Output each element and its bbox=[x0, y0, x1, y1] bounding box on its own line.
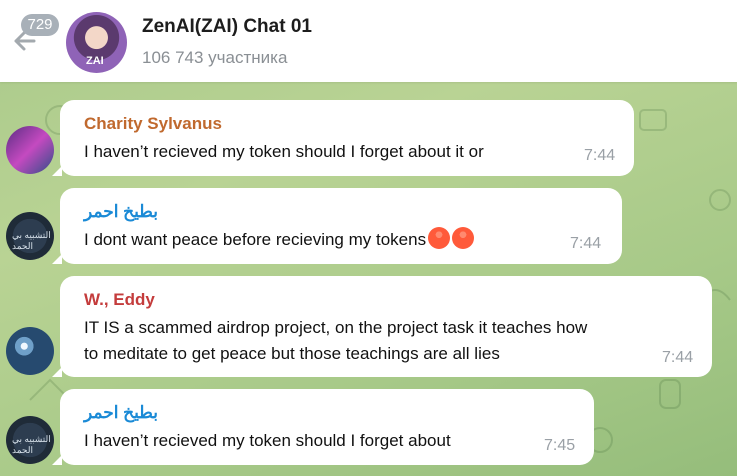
bubble-tail bbox=[52, 455, 62, 465]
avatar-glyph: ﺍﻟﺘﺸﺒﻴﻪ ﺑﻲ ﺍﻟﺤﻤﺪ bbox=[12, 230, 51, 251]
sender-name[interactable]: W., Eddy bbox=[84, 290, 155, 310]
message-time: 7:44 bbox=[570, 235, 602, 252]
chat-header: 729 ZAI ZenAI(ZAI) Chat 01 106 743 участ… bbox=[0, 0, 737, 82]
sender-name[interactable]: بطيخ احمر bbox=[84, 202, 158, 222]
message-time: 7:45 bbox=[544, 437, 576, 454]
message-text: I haven’t recieved my token should I for… bbox=[84, 431, 451, 450]
unread-count-badge: 729 bbox=[21, 14, 59, 36]
angry-face-icon bbox=[428, 227, 451, 249]
avatar-charity-sylvanus[interactable] bbox=[6, 126, 54, 174]
avatar-glyph: ﺍﻟﺘﺸﺒﻴﻪ ﺑﻲ ﺍﻟﺤﻤﺪ bbox=[12, 434, 51, 455]
chat-avatar[interactable]: ZAI bbox=[66, 12, 127, 73]
message-bubble[interactable]: بطيخ احمر I haven’t recieved my token sh… bbox=[52, 389, 594, 465]
member-count: 106 743 участника bbox=[142, 48, 288, 67]
bubble-tail bbox=[52, 367, 62, 377]
message-text: I dont want peace before recieving my to… bbox=[84, 230, 427, 249]
sender-name[interactable]: Charity Sylvanus bbox=[84, 114, 222, 134]
message-bubble[interactable]: W., Eddy IT IS a scammed airdrop project… bbox=[52, 276, 712, 377]
message-text: I haven’t recieved my token should I for… bbox=[84, 142, 484, 161]
sender-name[interactable]: بطيخ احمر bbox=[84, 403, 158, 423]
chat-title[interactable]: ZenAI(ZAI) Chat 01 bbox=[142, 16, 312, 38]
message-text-line: I dont want peace before recieving my to… bbox=[84, 227, 475, 253]
message-time: 7:44 bbox=[584, 147, 616, 164]
message-time: 7:44 bbox=[662, 349, 694, 366]
message-bubble[interactable]: Charity Sylvanus I haven’t recieved my t… bbox=[52, 100, 634, 176]
avatar-w-eddy[interactable] bbox=[6, 327, 54, 375]
chat-avatar-label: ZAI bbox=[86, 55, 104, 67]
angry-face-icon bbox=[452, 227, 475, 249]
avatar-batikh-ahmar[interactable]: ﺍﻟﺘﺸﺒﻴﻪ ﺑﻲ ﺍﻟﺤﻤﺪ bbox=[6, 212, 54, 260]
message-bubble[interactable]: بطيخ احمر I dont want peace before recie… bbox=[52, 188, 622, 264]
bubble-tail bbox=[52, 254, 62, 264]
message-text: IT IS a scammed airdrop project, on the … bbox=[84, 318, 588, 363]
avatar-batikh-ahmar[interactable]: ﺍﻟﺘﺸﺒﻴﻪ ﺑﻲ ﺍﻟﺤﻤﺪ bbox=[6, 416, 54, 464]
bubble-tail bbox=[52, 166, 62, 176]
